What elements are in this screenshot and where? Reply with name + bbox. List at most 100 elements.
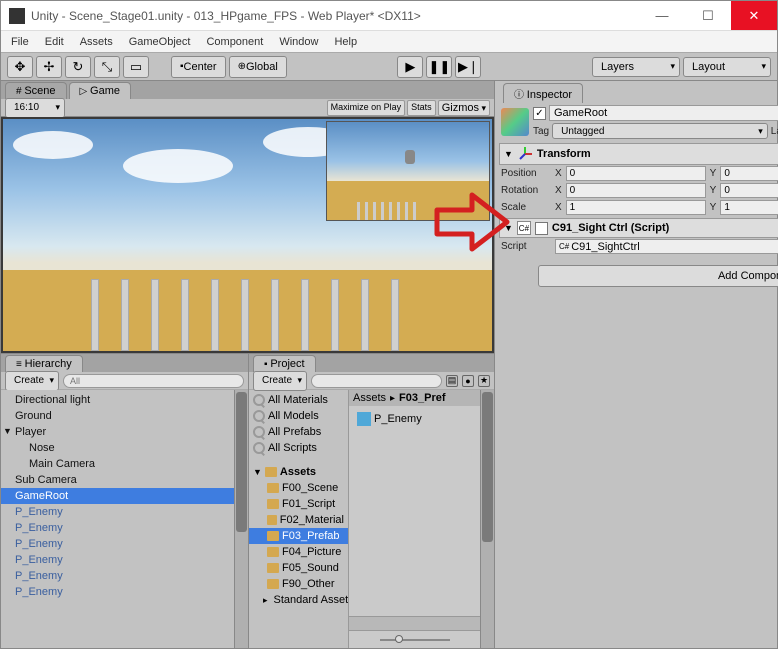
transform-icon [517,146,533,162]
folder-item[interactable]: F05_Sound [249,560,348,576]
project-create-dropdown[interactable]: Create [253,371,307,391]
breadcrumb-item[interactable]: F03_Pref [399,392,445,404]
scl-y-field[interactable] [720,200,778,215]
tab-game[interactable]: ▷ Game [69,82,131,99]
search-save-icon[interactable]: ★ [478,375,490,387]
active-checkbox[interactable]: ✓ [533,107,546,120]
search-label-icon[interactable]: ● [462,375,474,387]
minimize-button[interactable]: — [639,1,685,30]
script-enabled-checkbox[interactable] [535,222,548,235]
script-component-header[interactable]: ▼ C# C91_Sight Ctrl (Script) ? ⚙ [499,218,778,238]
folder-item[interactable]: F00_Scene [249,480,348,496]
move-tool-button[interactable]: ✢ [36,56,62,78]
hierarchy-item[interactable]: P_Enemy [1,520,234,536]
menu-file[interactable]: File [11,36,29,48]
fav-item[interactable]: All Prefabs [249,424,348,440]
folder-item[interactable]: F90_Other [249,576,348,592]
scale-tool-button[interactable]: ⤡ [94,56,120,78]
play-button[interactable]: ▶ [397,56,423,78]
folder-item-selected[interactable]: F03_Prefab [249,528,348,544]
hierarchy-panel: ≡ Hierarchy Create Directional light Gro… [1,354,249,648]
fav-item[interactable]: All Models [249,408,348,424]
hierarchy-item[interactable]: P_Enemy [1,552,234,568]
hierarchy-search-input[interactable] [63,374,244,388]
breadcrumb-item[interactable]: Assets [353,392,386,404]
search-icon [253,426,265,438]
stats-toggle[interactable]: Stats [407,100,436,116]
menu-component[interactable]: Component [206,36,263,48]
hierarchy-item[interactable]: ▼Player [1,424,234,440]
step-button[interactable]: ▶❘ [455,56,481,78]
rotate-tool-button[interactable]: ↻ [65,56,91,78]
close-button[interactable]: ✕ [731,1,777,30]
project-assets-grid[interactable]: P_Enemy [349,406,480,616]
hierarchy-scrollbar[interactable] [234,390,248,648]
folder-item[interactable]: F01_Script [249,496,348,512]
inspector-panel: ⓘ Inspector ✓ Static▾ Tag Untagged Layer… [494,81,778,648]
hierarchy-item[interactable]: Sub Camera [1,472,234,488]
hierarchy-item[interactable]: Ground [1,408,234,424]
hierarchy-item[interactable]: Main Camera [1,456,234,472]
asset-item[interactable]: P_Enemy [353,410,476,428]
hierarchy-item[interactable]: P_Enemy [1,568,234,584]
hierarchy-item[interactable]: P_Enemy [1,536,234,552]
hierarchy-item[interactable]: Nose [1,440,234,456]
pos-y-field[interactable] [720,166,778,181]
folder-item[interactable]: F02_Material [249,512,348,528]
view-tabs: # Scene ▷ Game [1,81,494,99]
project-zoom-slider[interactable] [349,630,480,648]
hierarchy-tree[interactable]: Directional light Ground ▼Player Nose Ma… [1,390,234,648]
layers-dropdown[interactable]: Layers [592,57,680,77]
folder-item[interactable]: ▸Standard Assets [249,592,348,608]
tab-hierarchy[interactable]: ≡ Hierarchy [5,355,83,372]
fav-item[interactable]: All Scripts [249,440,348,456]
search-filter-icon[interactable]: ▤ [446,375,458,387]
maximize-button[interactable]: ☐ [685,1,731,30]
menu-help[interactable]: Help [334,36,357,48]
assets-root[interactable]: ▼Assets [249,464,348,480]
layout-dropdown[interactable]: Layout [683,57,771,77]
folder-icon [267,515,277,525]
tag-dropdown[interactable]: Untagged [552,123,768,139]
transform-header[interactable]: ▼ Transform ? ⚙ [499,143,778,165]
aspect-dropdown[interactable]: 16:10 [5,98,65,118]
folder-icon [265,467,277,477]
script-field[interactable]: C#C91_SightCtrl⊙ [555,239,778,254]
annotation-arrow-icon [432,190,512,254]
gameobject-name-field[interactable] [549,105,778,121]
pause-button[interactable]: ❚❚ [426,56,452,78]
gizmos-toggle[interactable]: Gizmos ▾ [438,100,490,116]
menu-edit[interactable]: Edit [45,36,64,48]
menu-assets[interactable]: Assets [80,36,113,48]
pivot-global-button[interactable]: ⊕ Global [229,56,287,78]
gameobject-icon[interactable] [501,108,529,136]
hierarchy-create-dropdown[interactable]: Create [5,371,59,391]
folder-item[interactable]: F04_Picture [249,544,348,560]
search-icon [253,410,265,422]
project-search-input[interactable] [311,374,442,388]
hierarchy-item-selected[interactable]: GameRoot [1,488,234,504]
rot-y-field[interactable] [720,183,778,198]
pivot-center-button[interactable]: ▪ Center [171,56,226,78]
hierarchy-item[interactable]: Directional light [1,392,234,408]
fav-item[interactable]: All Materials [249,392,348,408]
rect-tool-button[interactable]: ▭ [123,56,149,78]
tab-project[interactable]: ▪ Project [253,355,316,372]
project-scrollbar[interactable] [480,390,494,648]
tab-inspector[interactable]: ⓘ Inspector [503,83,583,103]
folder-icon [267,547,279,557]
tab-scene[interactable]: # Scene [5,82,67,99]
project-folders[interactable]: All Materials All Models All Prefabs All… [249,390,349,648]
pos-x-field[interactable] [566,166,706,181]
rot-x-field[interactable] [566,183,706,198]
scl-x-field[interactable] [566,200,706,215]
add-component-button[interactable]: Add Component [538,265,778,287]
hierarchy-item[interactable]: P_Enemy [1,504,234,520]
hand-tool-button[interactable]: ✥ [7,56,33,78]
maximize-on-play-toggle[interactable]: Maximize on Play [327,100,406,116]
title-bar: Unity - Scene_Stage01.unity - 013_HPgame… [1,1,777,31]
menu-gameobject[interactable]: GameObject [129,36,191,48]
menu-window[interactable]: Window [279,36,318,48]
hierarchy-item[interactable]: P_Enemy [1,584,234,600]
project-h-scrollbar[interactable] [349,616,480,630]
